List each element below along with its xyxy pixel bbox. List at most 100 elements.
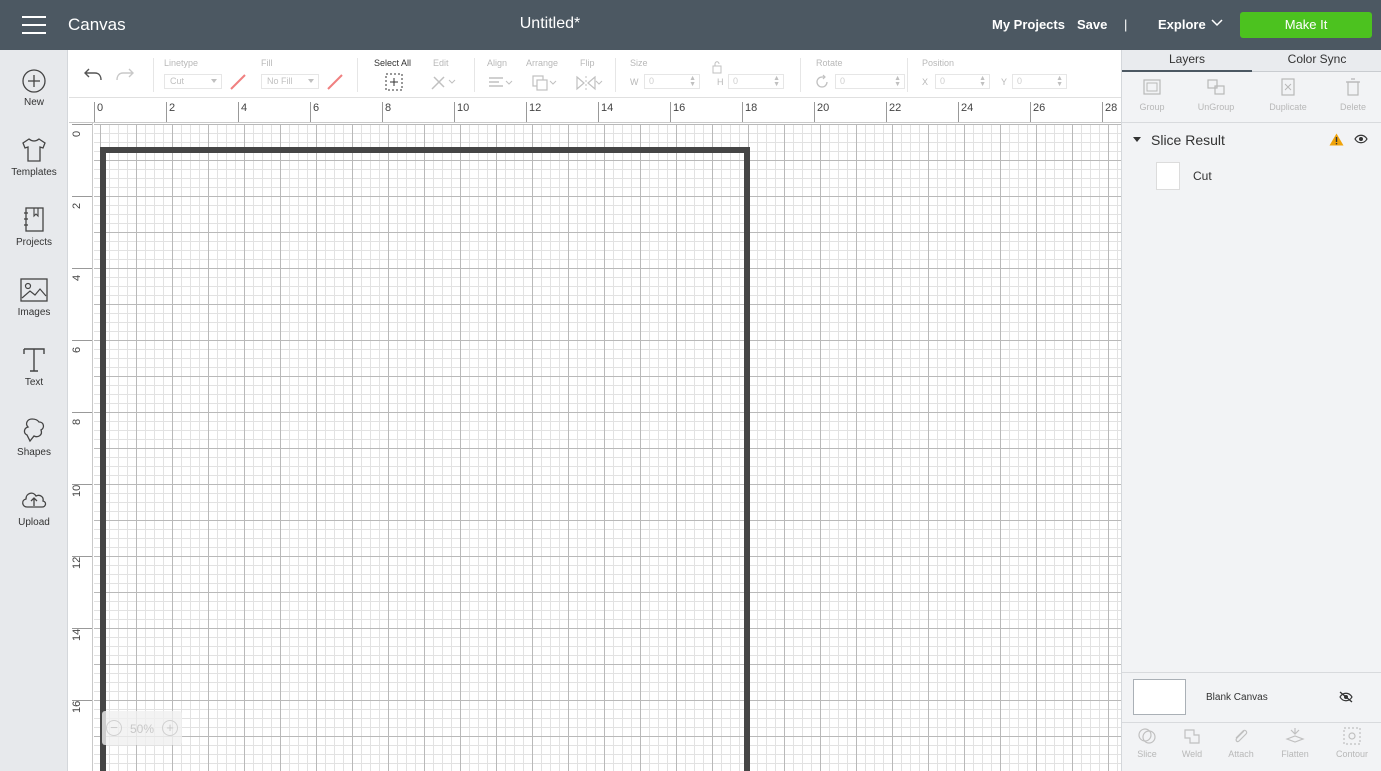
sidebar-item-upload[interactable]: Upload [0, 486, 68, 548]
ruler-top-label: 2 [169, 102, 176, 114]
sidebar-item-label: New [23, 97, 44, 108]
weld-icon [1184, 729, 1200, 744]
design-canvas[interactable]: 0 2 4 6 8 10 12 14 16 18 20 22 24 26 28 0 2 4 6 8 10 12 14 16 … [69, 99, 1121, 771]
arrange-label: Arrange [526, 58, 559, 68]
height-axis-label: H [717, 77, 724, 87]
layer-group-name: Slice Result [1151, 132, 1225, 148]
linetype-select[interactable]: Cut [164, 74, 222, 89]
x-position-field[interactable]: 0 ▲ ▼ [935, 74, 990, 89]
ruler-tick [72, 700, 92, 701]
hamburger-menu-icon[interactable] [22, 16, 46, 34]
toolbar-divider [800, 58, 801, 92]
ruler-tick [526, 102, 527, 122]
eye-hidden-icon[interactable] [1338, 691, 1354, 703]
ruler-tick [72, 340, 92, 341]
sidebar-item-images[interactable]: Images [0, 276, 68, 338]
layer-item-cut[interactable]: Cut [1122, 158, 1381, 194]
linetype-value: Cut [170, 76, 185, 86]
width-field[interactable]: 0 ▲ ▼ [644, 74, 700, 89]
delete-button[interactable]: Delete [1323, 78, 1381, 112]
duplicate-icon [1281, 78, 1295, 96]
save-link[interactable]: Save [1077, 17, 1107, 32]
layer-group-slice-result[interactable]: Slice Result [1122, 128, 1381, 152]
ungroup-button[interactable]: UnGroup [1186, 78, 1246, 112]
linetype-color-swatch-icon[interactable] [229, 73, 247, 91]
panel-tabs: Layers Color Sync [1122, 50, 1381, 72]
lock-aspect-icon[interactable] [711, 60, 723, 74]
size-label: Size [630, 58, 648, 68]
blank-canvas-shape[interactable] [100, 147, 750, 771]
arrange-icon[interactable] [531, 74, 557, 92]
linetype-label: Linetype [164, 58, 199, 68]
contour-icon [1343, 727, 1361, 745]
edit-tools-icon[interactable] [430, 73, 456, 91]
undo-icon[interactable] [83, 66, 103, 82]
fill-select[interactable]: No Fill [261, 74, 319, 89]
warning-icon[interactable] [1329, 133, 1344, 146]
width-value: 0 [649, 76, 655, 86]
caret-down-icon[interactable] [1133, 137, 1141, 142]
document-title[interactable]: Untitled* [450, 15, 650, 33]
slice-label: Slice [1137, 749, 1157, 759]
ruler-top-label: 10 [457, 102, 470, 114]
ruler-top-label: 0 [97, 102, 104, 114]
select-all-icon[interactable] [385, 73, 403, 91]
height-field[interactable]: 0 ▲ ▼ [728, 74, 784, 89]
zoom-in-button[interactable]: + [162, 720, 178, 736]
chevron-down-icon[interactable] [1211, 18, 1223, 28]
y-position-value: 0 [1017, 76, 1023, 86]
ruler-tick [310, 102, 311, 122]
tab-layers[interactable]: Layers [1122, 52, 1252, 72]
eye-icon[interactable] [1354, 134, 1368, 144]
sidebar-item-templates[interactable]: Templates [0, 136, 68, 198]
group-icon [1143, 79, 1161, 95]
sidebar-item-label: Shapes [17, 447, 51, 458]
align-icon[interactable] [487, 75, 513, 91]
zoom-level: 50% [129, 722, 155, 736]
fill-color-swatch-icon[interactable] [326, 73, 344, 91]
flatten-button[interactable]: Flatten [1270, 727, 1320, 759]
sidebar-item-label: Projects [15, 237, 53, 248]
flip-icon[interactable] [575, 74, 603, 92]
ruler-left-label: 6 [71, 346, 83, 353]
make-it-button[interactable]: Make It [1240, 12, 1372, 38]
sidebar-item-shapes[interactable]: Shapes [0, 416, 68, 478]
sidebar-item-text[interactable]: Text [0, 346, 68, 408]
explore-menu[interactable]: Explore [1158, 17, 1206, 32]
tshirt-icon [22, 138, 46, 162]
my-projects-link[interactable]: My Projects [992, 17, 1065, 32]
ruler-tick [598, 102, 599, 122]
slice-button[interactable]: Slice [1122, 727, 1172, 759]
ruler-top-label: 4 [241, 102, 248, 114]
group-button[interactable]: Group [1122, 78, 1182, 112]
y-position-field[interactable]: 0 ▲ ▼ [1012, 74, 1067, 89]
left-sidebar: New Templates Projects Images Text Shape… [0, 50, 68, 771]
duplicate-button[interactable]: Duplicate [1258, 78, 1318, 112]
blank-canvas-row[interactable]: Blank Canvas [1122, 672, 1381, 722]
attach-button[interactable]: Attach [1216, 727, 1266, 759]
toolbar-divider [153, 58, 154, 92]
bottom-actions: Slice Weld Attach Flatten Contour [1122, 722, 1381, 771]
ruler-left-label: 12 [71, 556, 83, 569]
redo-icon[interactable] [115, 66, 135, 82]
x-position-value: 0 [940, 76, 946, 86]
fill-label: Fill [261, 58, 273, 68]
flatten-icon [1285, 728, 1305, 743]
rotate-field[interactable]: 0 ▲ ▼ [835, 74, 905, 89]
y-axis-label: Y [1001, 77, 1008, 87]
ruler-left-label: 0 [71, 130, 83, 137]
group-label: Group [1139, 102, 1165, 112]
weld-button[interactable]: Weld [1167, 727, 1217, 759]
tab-color-sync[interactable]: Color Sync [1252, 52, 1381, 72]
zoom-out-button[interactable]: − [106, 720, 122, 736]
sidebar-item-projects[interactable]: Projects [0, 206, 68, 268]
ruler-tick [958, 102, 959, 122]
contour-label: Contour [1335, 749, 1369, 759]
contour-button[interactable]: Contour [1327, 727, 1377, 759]
layers-panel: Layers Color Sync Group UnGroup Duplicat… [1121, 50, 1381, 771]
rotate-label: Rotate [816, 58, 843, 68]
blank-canvas-swatch[interactable] [1133, 679, 1186, 715]
sidebar-item-new[interactable]: New [0, 68, 68, 130]
ruler-tick [72, 484, 92, 485]
ruler-left-label: 4 [71, 274, 83, 281]
